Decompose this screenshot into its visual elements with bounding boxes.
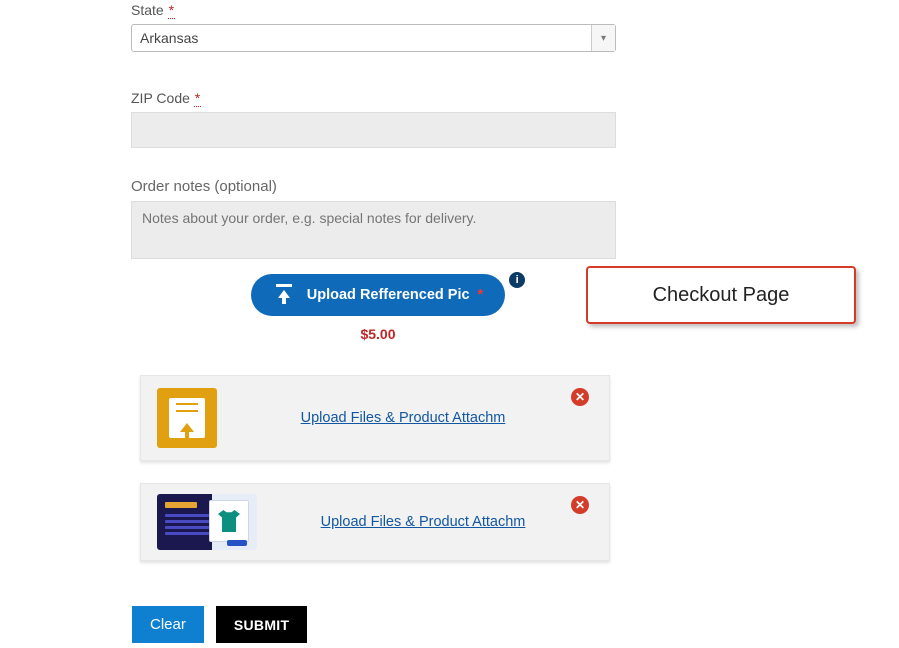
zip-input[interactable] — [131, 112, 616, 148]
state-label: State * — [131, 2, 616, 18]
attachment-card: Upload Files & Product Attachm ✕ — [140, 375, 610, 461]
required-mark: * — [194, 90, 201, 107]
required-mark: * — [168, 2, 175, 19]
form-actions: Clear SUBMIT — [132, 606, 307, 643]
callout-checkout-page: Checkout Page — [586, 266, 856, 324]
checkout-form: State * Arkansas ▾ ZIP Code * Order note… — [131, 0, 616, 264]
submit-button[interactable]: SUBMIT — [216, 606, 307, 643]
chevron-down-icon: ▾ — [591, 25, 615, 51]
state-select[interactable]: Arkansas ▾ — [131, 24, 616, 52]
attachment-link[interactable]: Upload Files & Product Attachm — [277, 514, 609, 530]
product-preview-icon — [157, 494, 257, 550]
upload-icon — [273, 284, 295, 306]
state-value: Arkansas — [132, 30, 198, 46]
attachment-thumbnail — [157, 494, 257, 550]
attachment-card: Upload Files & Product Attachm ✕ — [140, 483, 610, 561]
order-notes-label: Order notes (optional) — [131, 178, 616, 195]
clear-button[interactable]: Clear — [132, 606, 204, 643]
order-notes-input[interactable] — [131, 201, 616, 259]
upload-button-label: Upload Refferenced Pic — [307, 287, 470, 303]
required-mark: * — [478, 287, 484, 303]
upload-price: $5.00 — [248, 326, 508, 342]
upload-doc-icon — [157, 388, 217, 448]
remove-attachment-button[interactable]: ✕ — [571, 496, 589, 514]
upload-section: Upload Refferenced Pic * i $5.00 — [248, 274, 508, 342]
attachment-thumbnail — [157, 388, 217, 448]
remove-attachment-button[interactable]: ✕ — [571, 388, 589, 406]
zip-label: ZIP Code * — [131, 90, 616, 106]
attachment-link[interactable]: Upload Files & Product Attachm — [237, 410, 609, 426]
info-icon[interactable]: i — [509, 272, 525, 288]
upload-referenced-pic-button[interactable]: Upload Refferenced Pic * i — [251, 274, 505, 316]
